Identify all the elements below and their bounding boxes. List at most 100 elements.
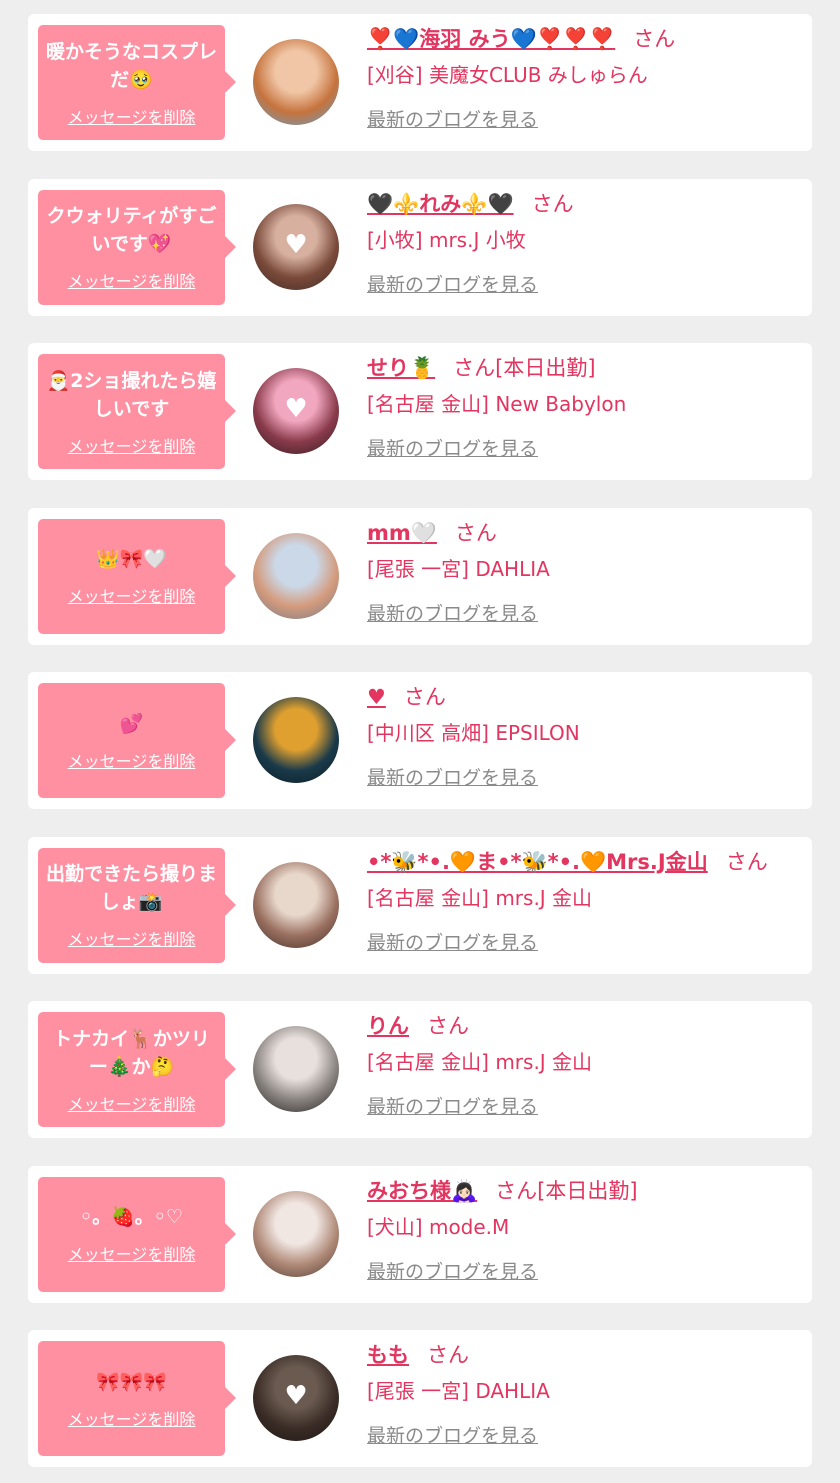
cast-avatar[interactable]: ♥ xyxy=(253,203,339,290)
message-text: ◦。🍓。◦♡ xyxy=(80,1206,183,1228)
work-status: [本日出勤] xyxy=(537,1178,638,1203)
honorific: さん xyxy=(495,1178,538,1203)
cast-name-link[interactable]: ❣️💙海羽 みう💙❣️❣️❣️ xyxy=(367,27,615,51)
message-bubble: トナカイ🦌かツリー🎄か🤔 メッセージを削除 xyxy=(38,1012,236,1127)
latest-blog-link[interactable]: 最新のブログを見る xyxy=(367,1261,538,1283)
message-card: 🎀🎀🎀 メッセージを削除 ♥ もも さん [尾張 一宮] DAHLIA 最新のブログを見る xyxy=(28,1330,812,1467)
message-card: 🎅2ショ撮れたら嬉しいですメッセージを削除 ♥ せり🍍 さん[本日出勤] [名古屋 金山… xyxy=(28,343,812,480)
shop-label: [刈谷] 美魔女CLUB みしゅらん xyxy=(367,63,648,87)
latest-blog-link[interactable]: 最新のブログを見る xyxy=(367,109,538,131)
cast-info: •*🐝*•.🧡ま•*🐝*•.🧡Mrs.J金山 さん [名古屋 金山] mrs.J 金… xyxy=(367,847,802,957)
cast-avatar[interactable] xyxy=(253,39,339,125)
message-card: 暖かそうなコスプレだ🥹 メッセージを削除 ❣️💙海羽 みう💙❣️❣️❣️ さん [刈谷]… xyxy=(28,14,812,151)
blog-row: 最新のブログを見る xyxy=(367,929,802,957)
heart-icon: ♥ xyxy=(284,1381,308,1412)
message-card: ◦。🍓。◦♡ メッセージを削除 みおち様🙇🏻‍♀️ さん[本日出勤] [犬山] mode… xyxy=(28,1165,812,1303)
cast-name-row: みおち様🙇🏻‍♀️ さん[本日出勤] xyxy=(367,1176,802,1206)
cast-info: 🖤⚜️れみ⚜️🖤 さん [小牧] mrs.J 小牧 最新のブログを見る xyxy=(367,189,802,299)
message-bubble: ◦。🍓。◦♡ メッセージを削除 xyxy=(38,1176,236,1292)
cast-name-row: りん さん xyxy=(367,1011,802,1041)
message-card: 💕 メッセージを削除 ♥ さん [中川区 高畑] EPSILON 最新のブログを見る xyxy=(28,672,812,809)
cast-name-link[interactable]: ♥ xyxy=(367,685,386,709)
message-text: クウォリティがすごいです💖 xyxy=(46,205,217,255)
cast-name-link[interactable]: せり🍍 xyxy=(367,356,435,380)
delete-message-link[interactable]: メッセージを削除 xyxy=(68,268,196,292)
honorific: さん xyxy=(453,356,496,380)
latest-blog-link[interactable]: 最新のブログを見る xyxy=(367,438,538,460)
cast-name-row: 🖤⚜️れみ⚜️🖤 さん xyxy=(367,189,802,219)
cast-info: mm🤍 さん [尾張 一宮] DAHLIA 最新のブログを見る xyxy=(367,518,802,628)
message-bubble: 💕 メッセージを削除 xyxy=(38,683,236,798)
blog-row: 最新のブログを見る xyxy=(367,1258,802,1286)
delete-message-link[interactable]: メッセージを削除 xyxy=(68,1406,196,1430)
cast-name-row: もも さん xyxy=(367,1340,802,1370)
work-status: [本日出勤] xyxy=(495,356,596,380)
message-text: トナカイ🦌かツリー🎄か🤔 xyxy=(53,1027,210,1078)
honorific: さん xyxy=(454,520,497,545)
shop-label: [尾張 一宮] DAHLIA xyxy=(367,556,550,581)
latest-blog-link[interactable]: 最新のブログを見る xyxy=(367,767,538,789)
delete-message-link[interactable]: メッセージを削除 xyxy=(68,1241,196,1265)
cast-avatar[interactable] xyxy=(253,697,339,783)
delete-message-link[interactable]: メッセージを削除 xyxy=(68,104,196,128)
message-bubble: 出勤できたら撮りましょ📸 メッセージを削除 xyxy=(38,847,236,963)
shop-label: [犬山] mode.M xyxy=(367,1214,510,1239)
cast-avatar[interactable] xyxy=(253,1190,339,1277)
honorific: さん xyxy=(725,849,768,874)
shop-label: [名古屋 金山] mrs.J 金山 xyxy=(367,885,593,910)
message-card: 👑🎀🤍 メッセージを削除 mm🤍 さん [尾張 一宮] DAHLIA 最新のブログを見る xyxy=(28,507,812,645)
latest-blog-link[interactable]: 最新のブログを見る xyxy=(367,603,538,625)
cast-name-link[interactable]: もも xyxy=(367,1343,409,1367)
cast-avatar[interactable]: ♥ xyxy=(253,368,339,454)
heart-icon: ♥ xyxy=(284,229,308,260)
shop-label: [名古屋 金山] New Babylon xyxy=(367,392,627,416)
delete-message-link[interactable]: メッセージを削除 xyxy=(68,433,196,457)
honorific: さん xyxy=(633,27,676,51)
message-text: 👑🎀🤍 xyxy=(96,548,167,570)
honorific: さん xyxy=(403,685,446,709)
shop-label: [中川区 高畑] EPSILON xyxy=(367,721,580,745)
blog-row: 最新のブログを見る xyxy=(367,1093,802,1121)
cast-name-link[interactable]: りん xyxy=(367,1014,409,1038)
heart-icon: ♥ xyxy=(284,394,308,425)
message-list: 暖かそうなコスプレだ🥹 メッセージを削除 ❣️💙海羽 みう💙❣️❣️❣️ さん [刈谷]… xyxy=(0,0,840,1483)
cast-name-row: •*🐝*•.🧡ま•*🐝*•.🧡Mrs.J金山 さん xyxy=(367,847,802,877)
cast-name-link[interactable]: mm🤍 xyxy=(367,521,437,545)
message-bubble: 👑🎀🤍 メッセージを削除 xyxy=(38,518,236,634)
message-card: クウォリティがすごいです💖 メッセージを削除 ♥ 🖤⚜️れみ⚜️🖤 さん [小牧] mrs… xyxy=(28,178,812,316)
latest-blog-link[interactable]: 最新のブログを見る xyxy=(367,274,538,296)
cast-info: りん さん [名古屋 金山] mrs.J 金山 最新のブログを見る xyxy=(367,1011,802,1121)
cast-name-link[interactable]: 🖤⚜️れみ⚜️🖤 xyxy=(367,192,514,216)
cast-info: もも さん [尾張 一宮] DAHLIA 最新のブログを見る xyxy=(367,1340,802,1450)
message-bubble: クウォリティがすごいです💖 メッセージを削除 xyxy=(38,189,236,305)
cast-name-row: せり🍍 さん[本日出勤] xyxy=(367,353,802,383)
blog-row: 最新のブログを見る xyxy=(367,435,802,463)
delete-message-link[interactable]: メッセージを削除 xyxy=(68,583,196,607)
delete-message-link[interactable]: メッセージを削除 xyxy=(68,1091,196,1115)
message-bubble: 暖かそうなコスプレだ🥹 メッセージを削除 xyxy=(38,25,236,140)
cast-avatar[interactable] xyxy=(253,1026,339,1112)
cast-info: ❣️💙海羽 みう💙❣️❣️❣️ さん [刈谷] 美魔女CLUB みしゅらん 最新のブロ… xyxy=(367,24,802,134)
shop-label: [名古屋 金山] mrs.J 金山 xyxy=(367,1050,593,1074)
cast-name-row: ❣️💙海羽 みう💙❣️❣️❣️ さん xyxy=(367,24,802,54)
delete-message-link[interactable]: メッセージを削除 xyxy=(68,748,196,772)
message-card: 出勤できたら撮りましょ📸 メッセージを削除 •*🐝*•.🧡ま•*🐝*•.🧡Mrs.J… xyxy=(28,836,812,974)
cast-name-link[interactable]: みおち様🙇🏻‍♀️ xyxy=(367,1179,477,1203)
blog-row: 最新のブログを見る xyxy=(367,764,802,792)
latest-blog-link[interactable]: 最新のブログを見る xyxy=(367,932,538,954)
cast-avatar[interactable]: ♥ xyxy=(253,1355,339,1441)
latest-blog-link[interactable]: 最新のブログを見る xyxy=(367,1425,538,1447)
message-text: 🎅2ショ撮れたら嬉しいです xyxy=(46,369,217,420)
message-text: 💕 xyxy=(119,712,144,735)
honorific: さん xyxy=(531,191,574,216)
shop-label: [尾張 一宮] DAHLIA xyxy=(367,1379,550,1403)
cast-info: ♥ さん [中川区 高畑] EPSILON 最新のブログを見る xyxy=(367,682,802,792)
delete-message-link[interactable]: メッセージを削除 xyxy=(68,926,196,950)
cast-avatar[interactable] xyxy=(253,532,339,619)
cast-info: みおち様🙇🏻‍♀️ さん[本日出勤] [犬山] mode.M 最新のブログを見る xyxy=(367,1176,802,1286)
cast-avatar[interactable] xyxy=(253,861,339,948)
cast-name-row: ♥ さん xyxy=(367,682,802,712)
cast-name-link[interactable]: •*🐝*•.🧡ま•*🐝*•.🧡Mrs.J金山 xyxy=(367,850,708,874)
latest-blog-link[interactable]: 最新のブログを見る xyxy=(367,1096,538,1118)
blog-row: 最新のブログを見る xyxy=(367,1422,802,1450)
